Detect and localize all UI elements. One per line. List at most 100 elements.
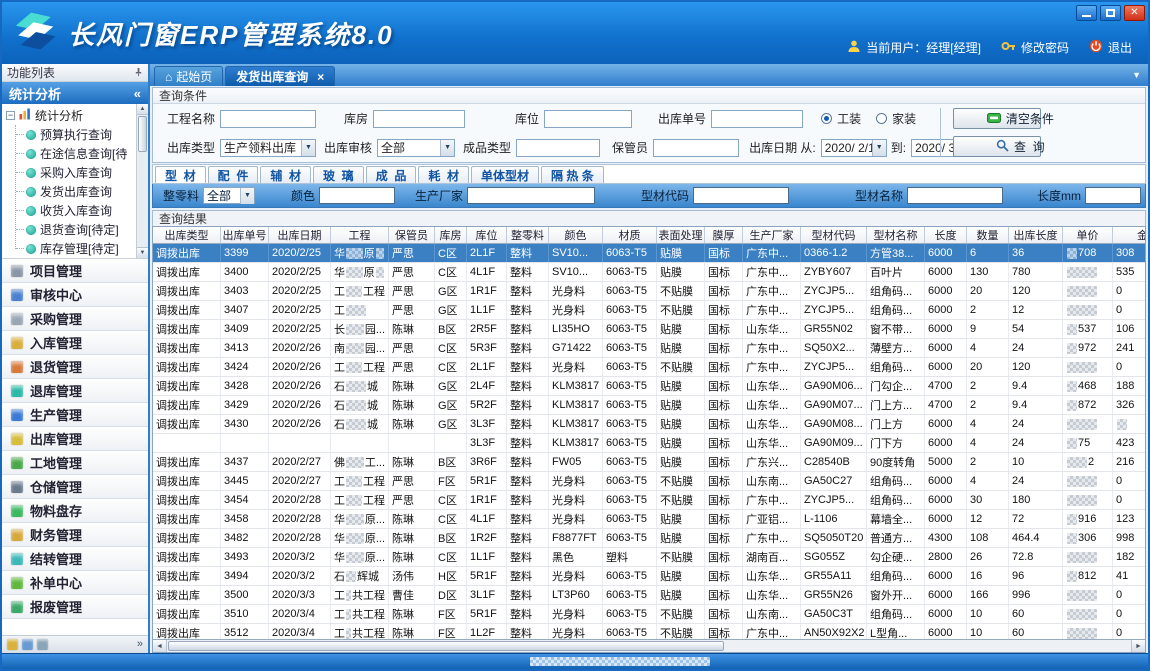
table-row[interactable]: 调拨出库33992020/2/25华原严思C区2L1F整料SV10...6063… [153, 244, 1145, 263]
column-header[interactable]: 材质 [603, 227, 657, 243]
search-button[interactable]: 查 询 [953, 136, 1041, 157]
close-tab-icon[interactable]: × [317, 71, 324, 83]
scroll-right-icon[interactable]: ► [1131, 640, 1145, 652]
logout-link[interactable]: 退出 [1108, 39, 1132, 56]
tree-item[interactable]: 预算执行查询 [6, 125, 136, 144]
table-row[interactable]: 调拨出库34282020/2/26石城陈琳G区2L4F整料KLM38176063… [153, 377, 1145, 396]
sidebar-item-project[interactable]: 项目管理 [2, 259, 148, 283]
sidebar-item-finance[interactable]: 财务管理 [2, 523, 148, 547]
close-button[interactable]: ✕ [1124, 5, 1145, 21]
column-header[interactable]: 单价 [1063, 227, 1113, 243]
column-header[interactable]: 颜色 [549, 227, 603, 243]
column-header[interactable]: 数量 [967, 227, 1009, 243]
tree-scrollbar[interactable]: ▲ ▼ [136, 104, 148, 258]
horizontal-scrollbar[interactable]: ◄ ► [153, 639, 1145, 652]
column-header[interactable]: 出库长度 [1009, 227, 1063, 243]
column-header[interactable]: 整零料 [507, 227, 549, 243]
scroll-track[interactable] [724, 640, 1131, 652]
warehouse-input[interactable] [373, 110, 465, 128]
sidebar-section-header[interactable]: 统计分析 « [2, 82, 148, 104]
sidebar-item-scrap[interactable]: 报废管理 [2, 595, 148, 619]
table-row[interactable]: 调拨出库34242020/2/26工工程严思C区2L1F整料光身料6063-T5… [153, 358, 1145, 377]
scroll-thumb[interactable] [168, 641, 724, 651]
tree-item[interactable]: 发货出库查询 [6, 182, 136, 201]
column-header[interactable]: 型材名称 [867, 227, 925, 243]
outbound-audit-select[interactable]: 全部 ▼ [377, 139, 455, 157]
expander-icon[interactable]: − [6, 111, 15, 120]
sidebar-item-return-store[interactable]: 退库管理 [2, 379, 148, 403]
tree-item[interactable]: 收货入库查询 [6, 201, 136, 220]
table-row[interactable]: 调拨出库34942020/3/2石辉城汤伟H区5R1F整料光身料6063-T5贴… [153, 567, 1145, 586]
overflow-chevron-icon[interactable]: » [137, 639, 143, 650]
material-tab-auxiliary[interactable]: 辅 材 [260, 166, 311, 183]
project-name-input[interactable] [220, 110, 316, 128]
material-tab-finished[interactable]: 成 品 [366, 166, 417, 183]
filter-input-length-mm[interactable] [1085, 187, 1141, 204]
sidebar-item-purchase[interactable]: 采购管理 [2, 307, 148, 331]
column-header[interactable]: 工程 [331, 227, 389, 243]
sidebar-item-carryover[interactable]: 结转管理 [2, 547, 148, 571]
material-tab-thermal-strip[interactable]: 隔 热 条 [541, 166, 604, 183]
table-row[interactable]: 调拨出库34132020/2/26南园...严思C区5R3F整料G7142260… [153, 339, 1145, 358]
date-from-picker[interactable]: 2020/ 2/16 ▼ [821, 139, 887, 157]
list-small-icon[interactable] [22, 639, 33, 650]
pin-icon[interactable] [134, 66, 143, 80]
column-header[interactable]: 出库单号 [221, 227, 269, 243]
table-row[interactable]: 调拨出库34452020/2/27工工程严思F区5R1F整料光身料6063-T5… [153, 472, 1145, 491]
order-no-input[interactable] [711, 110, 803, 128]
table-row[interactable]: 调拨出库34542020/2/28工工程严思C区1R1F整料光身料6063-T5… [153, 491, 1145, 510]
material-tab-profile[interactable]: 型 材 [155, 166, 206, 183]
table-row[interactable]: 调拨出库34582020/2/28华原...陈琳C区4L1F整料光身料6063-… [153, 510, 1145, 529]
filter-input-manufacturer[interactable] [467, 187, 595, 204]
scroll-down-icon[interactable]: ▼ [137, 247, 148, 258]
column-header[interactable]: 长度 [925, 227, 967, 243]
table-row[interactable]: 调拨出库34072020/2/25工严思G区1L1F整料光身料6063-T5不贴… [153, 301, 1145, 320]
tab-shipping-outbound-query[interactable]: 发货出库查询× [225, 66, 335, 86]
sidebar-item-outbound[interactable]: 出库管理 [2, 427, 148, 451]
outbound-type-select[interactable]: 生产领料出库 ▼ [220, 139, 316, 157]
table-row[interactable]: 调拨出库34932020/3/2华原...陈琳C区1L1F整料黑色塑料不贴膜国标… [153, 548, 1145, 567]
table-row[interactable]: 调拨出库35122020/3/4工共工程陈琳F区1L2F整料光身料6063-T5… [153, 624, 1145, 639]
scroll-up-icon[interactable]: ▲ [137, 104, 148, 115]
column-header[interactable]: 出库类型 [153, 227, 221, 243]
tree-item[interactable]: 在途信息查询[待 [6, 144, 136, 163]
tree-item[interactable]: 退货查询[待定] [6, 220, 136, 239]
sidebar-item-returns[interactable]: 退货管理 [2, 355, 148, 379]
tree-item[interactable]: 采购入库查询 [6, 163, 136, 182]
table-row[interactable]: 调拨出库34092020/2/25长园...陈琳B区2R5F整料LI35HO60… [153, 320, 1145, 339]
sidebar-item-production[interactable]: 生产管理 [2, 403, 148, 427]
minimize-button[interactable] [1076, 5, 1097, 21]
table-row[interactable]: 3L3F整料KLM38176063-T5贴膜国标山东华...GA90M09...… [153, 434, 1145, 453]
column-header[interactable]: 保管员 [389, 227, 435, 243]
sidebar-item-inventory[interactable]: 物料盘存 [2, 499, 148, 523]
sidebar-item-site[interactable]: 工地管理 [2, 451, 148, 475]
product-type-input[interactable] [516, 139, 600, 157]
column-header[interactable]: 膜厚 [705, 227, 743, 243]
jiazhuang-radio[interactable] [876, 113, 887, 124]
tree-item[interactable]: 库存管理[待定] [6, 239, 136, 258]
material-tab-glass[interactable]: 玻 璃 [313, 166, 364, 183]
table-row[interactable]: 调拨出库35102020/3/4工共工程陈琳F区5R1F整料光身料6063-T5… [153, 605, 1145, 624]
table-row[interactable]: 调拨出库34822020/2/28华原...陈琳B区1R2F整料F8877FT6… [153, 529, 1145, 548]
table-row[interactable]: 调拨出库34032020/2/25工工程严思G区1R1F整料光身料6063-T5… [153, 282, 1145, 301]
folder-small-icon[interactable] [7, 639, 18, 650]
sidebar-item-warehouse[interactable]: 仓储管理 [2, 475, 148, 499]
table-row[interactable]: 调拨出库34302020/2/26石城陈琳G区3L3F整料KLM38176063… [153, 415, 1145, 434]
sidebar-item-audit[interactable]: 审核中心 [2, 283, 148, 307]
filter-input-profile-name[interactable] [907, 187, 1003, 204]
tab-home-page[interactable]: ⌂起始页 [154, 66, 223, 86]
column-header[interactable]: 生产厂家 [743, 227, 801, 243]
collapse-icon[interactable]: « [134, 86, 141, 101]
column-header[interactable]: 出库日期 [269, 227, 331, 243]
gongzhuang-radio[interactable] [821, 113, 832, 124]
change-password-link[interactable]: 修改密码 [1021, 39, 1069, 56]
column-header[interactable]: 库位 [467, 227, 507, 243]
table-row[interactable]: 调拨出库34002020/2/25华原严思C区4L1F整料SV10...6063… [153, 263, 1145, 282]
material-tab-single-profile[interactable]: 单体型材 [471, 166, 539, 183]
tree-root-statistics[interactable]: − 统计分析 [6, 106, 136, 125]
column-header[interactable]: 型材代码 [801, 227, 867, 243]
column-header[interactable]: 库房 [435, 227, 467, 243]
table-row[interactable]: 调拨出库34372020/2/27佛工...陈琳B区3R6F整料FW056063… [153, 453, 1145, 472]
location-input[interactable] [544, 110, 632, 128]
filter-input-profile-code[interactable] [693, 187, 789, 204]
